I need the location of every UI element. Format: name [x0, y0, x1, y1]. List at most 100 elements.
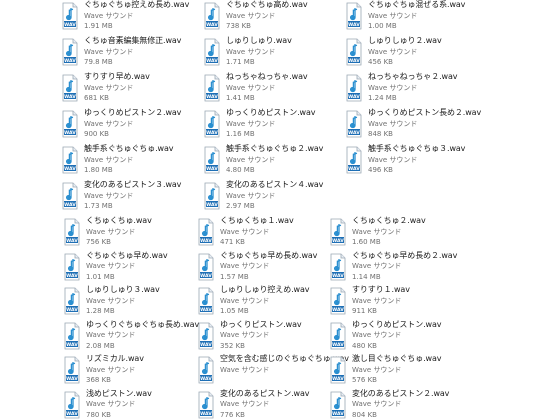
wav-file-item[interactable]: WAV 浅めピストン.wav Wave サウンド 780 KB — [64, 389, 152, 420]
wav-file-item[interactable]: WAV ぐちゅぐちゅ高め.wav Wave サウンド 738 KB — [204, 0, 308, 34]
file-type: Wave サウンド — [352, 262, 402, 270]
svg-text:WAV: WAV — [332, 273, 344, 279]
wav-file-item[interactable]: WAV ゆっくりピストン.wav Wave サウンド 352 KB — [198, 320, 302, 354]
wav-file-item[interactable]: WAV 変化のあるピストン２.wav Wave サウンド 804 KB — [330, 389, 449, 420]
file-type: Wave サウンド — [226, 11, 276, 20]
wav-audio-file-icon: WAV — [62, 182, 78, 210]
file-meta: ゆっくりめピストン.wav Wave サウンド 480 KB — [352, 319, 442, 352]
file-type: Wave サウンド — [84, 119, 134, 128]
wav-file-item[interactable]: WAV 変化のあるピストン４.wav Wave サウンド 2.97 MB — [204, 180, 323, 214]
file-meta: くちゅくちゅ.wav Wave サウンド 756 KB — [86, 216, 152, 248]
wav-file-item[interactable]: WAV しゅりしゅり３.wav Wave サウンド 1.28 MB — [64, 285, 160, 319]
file-meta: 変化のあるピストン４.wav Wave サウンド 2.97 MB — [226, 180, 323, 212]
file-name: ぐちゅぐちゅ控えめ長め.wav — [84, 0, 190, 9]
wav-audio-file-icon: WAV — [198, 356, 214, 384]
svg-text:WAV: WAV — [64, 58, 76, 64]
wav-audio-file-icon: WAV — [204, 146, 220, 174]
wav-file-item[interactable]: WAV しゅりしゅり控えめ.wav Wave サウンド 1.05 MB — [198, 285, 310, 319]
file-meta: ゆっくりめピストン長め２.wav Wave サウンド 848 KB — [368, 108, 481, 140]
file-name: ゆっくりめピストン長め２.wav — [368, 108, 482, 117]
file-type: Wave サウンド — [86, 331, 136, 339]
file-type: Wave サウンド — [220, 227, 270, 236]
file-name: しゅりしゅり２.wav — [368, 36, 442, 45]
wav-audio-file-icon: WAV — [204, 38, 220, 66]
file-size: 2.08 MB — [86, 341, 115, 350]
wav-file-item[interactable]: WAV 触手系ぐちゅぐちゅ３.wav Wave サウンド 496 KB — [346, 144, 465, 178]
svg-text:WAV: WAV — [64, 22, 76, 28]
svg-text:WAV: WAV — [332, 238, 344, 244]
wav-file-item[interactable]: WAV 触手系ぐちゅぐちゅ.wav Wave サウンド 1.80 MB — [62, 144, 174, 178]
file-size: 804 KB — [352, 410, 377, 419]
file-meta: ぐちゅぐちゅ高め.wav Wave サウンド 738 KB — [226, 0, 308, 32]
svg-text:WAV: WAV — [66, 273, 78, 279]
file-type: Wave サウンド — [368, 11, 418, 20]
wav-file-item[interactable]: WAV 触手系ぐちゅぐちゅ２.wav Wave サウンド 4.80 MB — [204, 144, 323, 178]
wav-file-item[interactable]: WAV 変化のあるピストン.wav Wave サウンド 776 KB — [198, 389, 310, 420]
file-type: Wave サウンド — [86, 262, 136, 270]
file-type: Wave サウンド — [84, 47, 134, 56]
wav-file-item[interactable]: WAV くちゅくちゅ１.wav Wave サウンド 471 KB — [198, 216, 294, 250]
wav-file-item[interactable]: WAV ゆっくりぐちゅぐちゅ長め.wav Wave サウンド 2.08 MB — [64, 320, 199, 354]
file-size: 1.00 MB — [368, 22, 397, 30]
file-size: 1.28 MB — [86, 307, 115, 315]
wav-file-item[interactable]: WAV しゅりしゅり.wav Wave サウンド 1.71 MB — [204, 36, 292, 70]
wav-file-item[interactable]: WAV 激し目ぐちゅぐちゅ.wav Wave サウンド 576 KB — [330, 354, 442, 388]
file-size: 848 KB — [368, 130, 393, 138]
file-type: Wave サウンド — [368, 119, 418, 128]
wav-file-item[interactable]: WAV ぐちゅぐちゅ混ぜる系.wav Wave サウンド 1.00 MB — [346, 0, 465, 34]
wav-file-item[interactable]: WAV ねっちゃねっちゃ.wav Wave サウンド 1.41 MB — [204, 72, 308, 106]
wav-file-item[interactable]: WAV ゆっくりめピストン長め２.wav Wave サウンド 848 KB — [346, 108, 481, 142]
wav-file-item[interactable]: WAV しゅりしゅり２.wav Wave サウンド 456 KB — [346, 36, 442, 70]
wav-audio-file-icon: WAV — [62, 2, 78, 30]
wav-file-item[interactable]: WAV くちゅ音素編集無修正.wav Wave サウンド 79.8 MB — [62, 36, 181, 70]
svg-text:WAV: WAV — [66, 376, 78, 382]
wav-file-item[interactable]: WAV 空気を含む感じのぐちゅぐちゅ.wav Wave サウンド — [198, 354, 349, 388]
file-name: 変化のあるピストン４.wav — [226, 180, 324, 189]
wav-file-item[interactable]: WAV ねっちゃねっちゃ２.wav Wave サウンド 1.24 MB — [346, 72, 458, 106]
wav-file-item[interactable]: WAV 変化のあるピストン３.wav Wave サウンド 1.73 MB — [62, 180, 181, 214]
wav-file-item[interactable]: WAV ぐちゅぐちゅ早め.wav Wave サウンド 1.01 MB — [64, 251, 168, 285]
wav-audio-file-icon: WAV — [64, 218, 80, 246]
file-name: しゅりしゅり３.wav — [86, 285, 160, 294]
wav-file-item[interactable]: WAV くちゅくちゅ２.wav Wave サウンド 1.60 MB — [330, 216, 426, 250]
wav-file-item[interactable]: WAV ゆっくりめピストン.wav Wave サウンド 1.16 MB — [204, 108, 316, 142]
wav-audio-file-icon: WAV — [330, 253, 346, 281]
file-meta: ゆっくりピストン.wav Wave サウンド 352 KB — [220, 320, 302, 352]
file-type: Wave サウンド — [352, 227, 402, 236]
file-meta: リズミカル.wav Wave サウンド 368 KB — [86, 354, 144, 386]
wav-audio-file-icon: WAV — [62, 74, 78, 102]
wav-file-item[interactable]: WAV すりすり早め.wav Wave サウンド 681 KB — [62, 72, 150, 106]
svg-text:WAV: WAV — [66, 411, 78, 417]
file-name: ゆっくりめピストン.wav — [352, 319, 442, 329]
wav-audio-file-icon: WAV — [64, 253, 80, 281]
wav-file-item[interactable]: WAV ぐちゅぐちゅ控えめ長め.wav Wave サウンド 1.91 MB — [62, 0, 189, 34]
file-name: ゆっくりぐちゅぐちゅ長め.wav — [86, 319, 200, 329]
file-name: しゅりしゅり控えめ.wav — [220, 285, 310, 294]
wav-file-item[interactable]: WAV リズミカル.wav Wave サウンド 368 KB — [64, 354, 144, 388]
wav-file-item[interactable]: WAV ゆっくりめピストン２.wav Wave サウンド 900 KB — [62, 108, 181, 142]
file-size: 352 KB — [220, 341, 245, 350]
file-size: 1.73 MB — [84, 202, 113, 210]
wav-file-item[interactable]: WAV ぐちゅぐちゅ早め長め.wav Wave サウンド 1.57 MB — [198, 251, 317, 285]
file-meta: すりすり早め.wav Wave サウンド 681 KB — [84, 72, 150, 104]
file-meta: ねっちゃねっちゃ２.wav Wave サウンド 1.24 MB — [368, 72, 458, 104]
wav-file-item[interactable]: WAV ぐちゅぐちゅ早め長め２.wav Wave サウンド 1.14 MB — [330, 251, 457, 285]
file-type: Wave サウンド — [220, 262, 270, 270]
file-meta: しゅりしゅり.wav Wave サウンド 1.71 MB — [226, 36, 292, 68]
file-meta: くちゅくちゅ２.wav Wave サウンド 1.60 MB — [352, 216, 426, 248]
wav-file-item[interactable]: WAV すりすり１.wav Wave サウンド 911 KB — [330, 285, 410, 319]
wav-audio-file-icon: WAV — [198, 253, 214, 281]
wav-audio-file-icon: WAV — [346, 38, 362, 66]
svg-text:WAV: WAV — [200, 411, 212, 417]
file-size: 2.97 MB — [226, 202, 255, 210]
file-name: 激し目ぐちゅぐちゅ.wav — [352, 354, 442, 363]
file-type: Wave サウンド — [220, 331, 270, 339]
wav-file-item[interactable]: WAV くちゅくちゅ.wav Wave サウンド 756 KB — [64, 216, 152, 250]
wav-audio-file-icon: WAV — [330, 391, 346, 419]
file-type: Wave サウンド — [86, 227, 136, 236]
file-size: 480 KB — [352, 341, 377, 350]
svg-text:WAV: WAV — [332, 342, 344, 348]
wav-file-item[interactable]: WAV ゆっくりめピストン.wav Wave サウンド 480 KB — [330, 320, 442, 354]
file-type: Wave サウンド — [226, 47, 276, 56]
file-size: 1.14 MB — [352, 272, 381, 281]
